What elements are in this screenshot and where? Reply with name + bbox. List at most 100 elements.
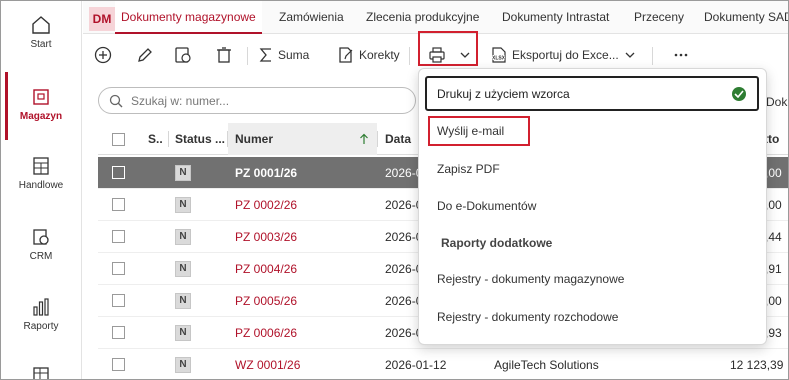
save-pdf-item[interactable]: Zapisz PDF [437, 162, 500, 176]
tab-dokumenty-intrastat[interactable]: Dokumenty Intrastat [502, 1, 609, 34]
column-divider [377, 131, 378, 147]
home-icon [32, 16, 50, 34]
nav-label-magazyn: Magazyn [19, 111, 63, 122]
trash-icon [217, 47, 231, 63]
calculator-icon [33, 157, 49, 175]
cell-numer[interactable]: PZ 0003/26 [235, 221, 297, 253]
cell-kwota: ,93 [765, 326, 782, 340]
column-header-s[interactable]: S.. [148, 123, 163, 155]
left-navigation: Start Magazyn Handlowe CRM Raporty [1, 1, 82, 379]
row-checkbox[interactable] [112, 262, 125, 275]
report-outgoing-registers-item[interactable]: Rejestry - dokumenty rozchodowe [437, 310, 618, 324]
cell-numer[interactable]: PZ 0002/26 [235, 189, 297, 221]
row-checkbox[interactable] [112, 198, 125, 211]
export-excel-button[interactable]: XLSX Eksportuj do Exce... [490, 43, 636, 67]
cell-data: 2026-0 [385, 326, 423, 340]
more-options-button[interactable] [673, 43, 689, 67]
row-checkbox[interactable] [112, 294, 125, 307]
toolbar-separator [409, 47, 410, 65]
cell-numer[interactable]: PZ 0006/26 [235, 317, 297, 349]
nav-label-raporty: Raporty [23, 321, 59, 332]
nav-label-crm: CRM [29, 251, 53, 262]
chevron-down-icon [625, 52, 635, 58]
cell-kwota: ,00 [765, 198, 782, 212]
row-checkbox[interactable] [112, 326, 125, 339]
print-dropdown-toggle[interactable] [459, 43, 471, 67]
nav-item-raporty[interactable]: Raporty [1, 297, 81, 332]
e-documents-item[interactable]: Do e-Dokumentów [437, 199, 536, 213]
column-header-data[interactable]: Data [385, 123, 411, 155]
status-badge: N [175, 165, 191, 181]
edit-button[interactable] [136, 43, 154, 67]
status-badge: N [175, 325, 191, 341]
delete-button[interactable] [215, 43, 233, 67]
plus-circle-icon [94, 46, 112, 64]
pencil-icon [138, 48, 152, 62]
status-badge: N [175, 357, 191, 373]
print-button[interactable] [428, 43, 446, 67]
select-all-checkbox[interactable] [112, 133, 125, 146]
corrections-label: Korekty [359, 48, 400, 62]
column-header-status[interactable]: Status ... [175, 123, 225, 155]
chevron-down-icon [460, 52, 470, 58]
cell-kwota: 12 123,39 [730, 358, 784, 372]
app-window: Start Magazyn Handlowe CRM Raporty DM Do… [0, 0, 789, 380]
details-button[interactable] [174, 43, 192, 67]
toolbar-separator [652, 47, 653, 65]
nav-label-start: Start [30, 39, 52, 50]
nav-item-handlowe[interactable]: Handlowe [1, 156, 81, 191]
cell-kontrahent: AgileTech Solutions [494, 358, 599, 372]
row-checkbox[interactable] [112, 358, 125, 371]
cell-data: 2026-0 [385, 230, 423, 244]
print-with-template-item[interactable]: Drukuj z użyciem wzorca [425, 76, 759, 111]
sum-button[interactable]: Suma [258, 43, 309, 67]
svg-text:XLSX: XLSX [492, 56, 506, 62]
nav-item-start[interactable]: Start [1, 15, 81, 50]
cell-kwota: ,00 [765, 166, 782, 180]
cell-numer[interactable]: PZ 0005/26 [235, 285, 297, 317]
tab-dokumenty-sad[interactable]: Dokumenty SAD [704, 1, 788, 34]
row-checkbox[interactable] [112, 166, 125, 179]
tab-zlecenia-produkcyjne[interactable]: Zlecenia produkcyjne [366, 1, 479, 34]
row-checkbox[interactable] [112, 230, 125, 243]
send-email-item[interactable]: Wyślij e-mail [437, 124, 504, 138]
nav-item-more[interactable] [1, 365, 81, 379]
warehouse-icon [33, 89, 49, 105]
column-divider [168, 131, 169, 147]
tab-dokumenty-magazynowe[interactable]: Dokumenty magazynowe [115, 1, 262, 34]
sum-label: Suma [278, 48, 310, 62]
table-row[interactable]: N WZ 0001/26 2026-01-12 AgileTech Soluti… [98, 349, 788, 379]
nav-item-magazyn[interactable]: Magazyn [1, 87, 81, 122]
additional-reports-heading: Raporty dodatkowe [441, 236, 553, 250]
crm-icon [33, 229, 49, 245]
cell-numer[interactable]: WZ 0001/26 [235, 349, 300, 379]
column-header-numer[interactable]: Numer [228, 123, 377, 155]
cell-numer[interactable]: PZ 0004/26 [235, 253, 297, 285]
status-badge: N [175, 229, 191, 245]
cell-data: 2026-0 [385, 166, 423, 180]
cell-data: 2026-0 [385, 262, 423, 276]
cell-numer[interactable]: PZ 0001/26 [235, 157, 297, 189]
check-circle-icon [732, 87, 746, 101]
search-box[interactable]: Szukaj w: numer... [98, 87, 416, 114]
corrections-button[interactable]: Korekty [337, 43, 400, 67]
tab-zamowienia[interactable]: Zamówienia [279, 1, 344, 34]
search-input[interactable]: Szukaj w: numer... [131, 94, 229, 108]
tab-przeceny[interactable]: Przeceny [634, 1, 684, 34]
module-badge: DM [89, 7, 115, 31]
toolbar-separator [247, 47, 248, 65]
cell-kwota: ,00 [765, 294, 782, 308]
sort-ascending-icon [360, 133, 368, 144]
cell-kwota: ,44 [765, 230, 782, 244]
add-button[interactable] [94, 43, 112, 67]
search-icon [109, 94, 123, 107]
xlsx-file-icon: XLSX [491, 47, 506, 63]
column-header-numer-label: Numer [235, 132, 274, 146]
print-with-template-label: Drukuj z użyciem wzorca [437, 87, 570, 101]
printer-icon [429, 47, 445, 63]
print-menu: Drukuj z użyciem wzorca Wyślij e-mail Za… [418, 68, 767, 345]
report-warehouse-registers-item[interactable]: Rejestry - dokumenty magazynowe [437, 272, 624, 286]
status-badge: N [175, 293, 191, 309]
document-edit-icon [339, 47, 353, 63]
nav-item-crm[interactable]: CRM [1, 227, 81, 262]
